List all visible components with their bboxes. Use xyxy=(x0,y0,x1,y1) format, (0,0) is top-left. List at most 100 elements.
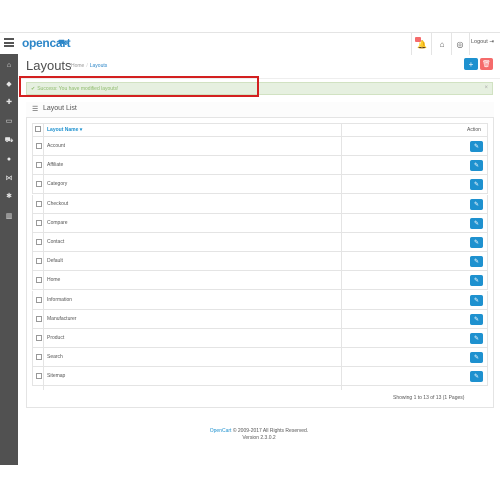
layout-name: Information xyxy=(47,296,73,303)
lifebuoy-icon[interactable]: ◎ xyxy=(451,33,469,55)
pencil-icon: ✎ xyxy=(473,240,480,246)
row-checkbox[interactable] xyxy=(36,277,42,284)
table-row: Checkout ✎ xyxy=(32,194,488,214)
home-icon[interactable]: ⌂ xyxy=(433,33,451,55)
row-checkbox[interactable] xyxy=(36,219,42,226)
edit-button[interactable]: ✎ xyxy=(470,256,483,268)
delete-button[interactable]: 🗑 xyxy=(480,58,493,70)
sign-out-icon: ⇥ xyxy=(489,39,494,45)
footer-copyright: © 2009-2017 All Rights Reserved. xyxy=(231,428,309,434)
table-row: Affiliate ✎ xyxy=(32,156,488,176)
footer-version: Version 2.3.0.2 xyxy=(242,435,276,441)
edit-button[interactable]: ✎ xyxy=(470,333,483,344)
edit-button[interactable]: ✎ xyxy=(470,352,483,364)
panel-heading xyxy=(26,102,494,118)
reports-icon[interactable]: ▥ xyxy=(3,211,15,221)
row-checkbox[interactable] xyxy=(36,315,42,322)
edit-button[interactable]: ✎ xyxy=(470,198,483,210)
pencil-icon: ✎ xyxy=(473,316,480,323)
dashboard-icon[interactable]: ⌂ xyxy=(3,60,15,70)
plus-icon: + xyxy=(468,59,474,69)
row-checkbox[interactable] xyxy=(36,296,42,303)
pagination-info: Showing 1 to 13 of 13 (1 Pages) xyxy=(393,395,465,401)
pencil-icon: ✎ xyxy=(473,355,480,362)
layout-name: Search xyxy=(47,354,63,361)
row-checkbox[interactable] xyxy=(36,373,42,380)
breadcrumb-home[interactable]: Home xyxy=(71,63,84,69)
marketing-icon[interactable]: ⋈ xyxy=(3,173,15,183)
row-checkbox[interactable] xyxy=(36,354,42,361)
logout-link[interactable]: Logout ⇥ xyxy=(471,39,494,45)
pencil-icon: ✎ xyxy=(473,259,480,266)
layout-name: Default xyxy=(47,258,63,265)
edit-button[interactable]: ✎ xyxy=(470,313,483,325)
add-new-button[interactable]: + xyxy=(464,58,478,70)
header-separator xyxy=(411,33,412,55)
pencil-icon: ✎ xyxy=(473,144,480,150)
row-checkbox[interactable] xyxy=(36,181,42,188)
layout-name: Contact xyxy=(47,239,65,245)
select-all-checkbox[interactable] xyxy=(35,126,41,132)
table-row: Home ✎ xyxy=(32,271,488,291)
layout-name: Home xyxy=(47,277,61,284)
extension-icon[interactable]: ✚ xyxy=(3,97,15,107)
pencil-icon: ✎ xyxy=(473,220,480,227)
system-icon[interactable]: ✱ xyxy=(3,191,15,201)
layout-name: Category xyxy=(47,181,68,188)
layout-name: Checkout xyxy=(47,200,69,207)
sales-icon[interactable]: ⛟ xyxy=(3,135,15,145)
footer-opencart-link[interactable]: OpenCart xyxy=(210,428,232,434)
table-row: Manufacturer ✎ xyxy=(32,309,488,329)
notification-badge xyxy=(415,37,421,42)
edit-button[interactable]: ✎ xyxy=(470,179,483,191)
edit-button[interactable]: ✎ xyxy=(470,237,483,248)
header-separator xyxy=(469,33,470,55)
edit-button[interactable]: ✎ xyxy=(470,141,483,152)
design-icon[interactable]: ▭ xyxy=(3,116,15,126)
layout-name: Affiliate xyxy=(47,162,64,169)
layout-name: Sitemap xyxy=(47,373,66,380)
column-layout-name[interactable]: Layout Name ▾ xyxy=(47,127,82,133)
layout-name: Compare xyxy=(47,219,68,226)
sidebar: ⌂ ◆ ✚ ▭ ⛟ ● ⋈ ✱ ▥ xyxy=(0,54,18,465)
edit-button[interactable]: ✎ xyxy=(470,217,483,229)
breadcrumb: Home / Layouts xyxy=(71,63,107,69)
pencil-icon: ✎ xyxy=(473,278,480,285)
row-checkbox[interactable] xyxy=(36,162,42,169)
footer: OpenCart © 2009-2017 All Rights Reserved… xyxy=(18,428,500,442)
table-row: Search ✎ xyxy=(32,348,488,368)
breadcrumb-separator: / xyxy=(86,63,88,69)
highlight-box xyxy=(19,76,259,97)
edit-button[interactable]: ✎ xyxy=(470,294,483,306)
layout-name: Product xyxy=(47,335,65,341)
page-title: Layouts xyxy=(26,58,72,73)
edit-button[interactable]: ✎ xyxy=(470,275,483,287)
table-row: Category ✎ xyxy=(32,175,488,195)
tags-icon[interactable]: ◆ xyxy=(3,79,15,89)
pencil-icon: ✎ xyxy=(473,374,480,381)
layout-name: Manufacturer xyxy=(47,315,77,322)
row-checkbox[interactable] xyxy=(36,335,42,341)
edit-button[interactable]: ✎ xyxy=(470,160,483,172)
breadcrumb-layouts[interactable]: Layouts xyxy=(90,63,108,69)
cart-logo-icon: ⛟ xyxy=(58,38,69,47)
edit-button[interactable]: ✎ xyxy=(470,371,483,383)
row-checkbox[interactable] xyxy=(36,258,42,265)
pencil-icon: ✎ xyxy=(473,163,480,170)
table-row: Account ✎ xyxy=(32,137,488,156)
header-separator xyxy=(431,33,432,55)
list-icon: ☰ xyxy=(32,106,39,113)
table-row: Product ✎ xyxy=(32,329,488,348)
table-row: Information ✎ xyxy=(32,290,488,310)
pencil-icon: ✎ xyxy=(473,336,480,342)
row-checkbox[interactable] xyxy=(36,200,42,207)
menu-icon[interactable] xyxy=(4,38,14,47)
close-alert-button[interactable]: × xyxy=(484,85,488,91)
trash-icon: 🗑 xyxy=(482,61,491,68)
table-row: Compare ✎ xyxy=(32,213,488,233)
table-row: Default ✎ xyxy=(32,252,488,272)
table-row: Sitemap ✎ xyxy=(32,367,488,387)
row-checkbox[interactable] xyxy=(36,143,42,149)
customers-icon[interactable]: ● xyxy=(3,154,15,164)
row-checkbox[interactable] xyxy=(36,239,42,245)
